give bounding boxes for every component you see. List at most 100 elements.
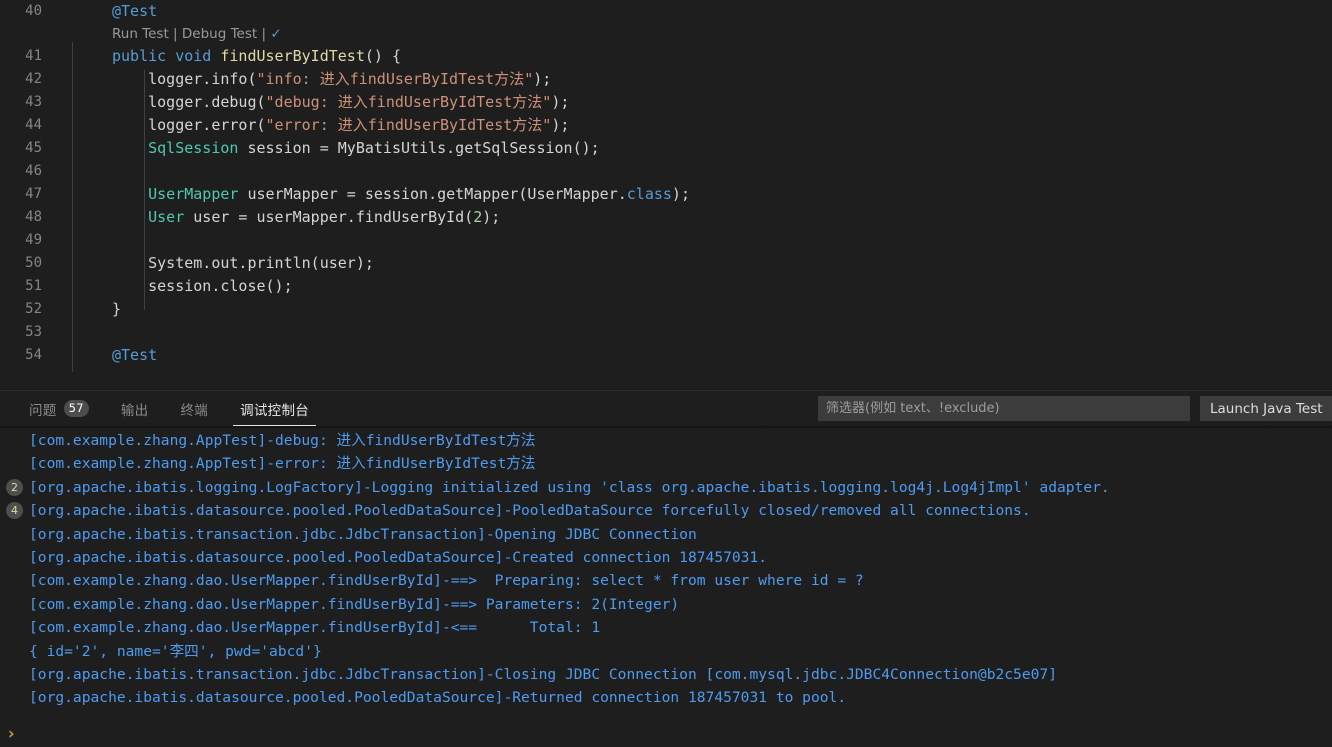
- code-line-text: session.close();: [56, 275, 293, 298]
- bottom-panel: 问题 57 输出 终端 调试控制台 Launch Java Test [com.exam…: [0, 390, 1332, 747]
- console-line-text: [com.example.zhang.AppTest]-debug: 进入fin…: [29, 432, 536, 449]
- editor-lines: 40 @Test Run Test | Debug Test | ✓ 41 publi…: [0, 0, 1332, 367]
- console-line-text: [org.apache.ibatis.datasource.pooled.Poo…: [29, 502, 1031, 520]
- code-line-text: SqlSession session = MyBatisUtils.getSql…: [56, 137, 600, 160]
- code-line[interactable]: 51 session.close();: [0, 275, 1332, 298]
- code-token: );: [671, 185, 690, 203]
- console-line-text: [org.apache.ibatis.datasource.pooled.Poo…: [29, 689, 847, 707]
- code-token: user = userMapper.findUserById(: [184, 208, 474, 226]
- code-token: "error: 进入findUserByIdTest方法": [265, 116, 552, 134]
- console-line-text: { id='2', name='李四', pwd='abcd'}: [29, 642, 322, 660]
- panel-tab-1[interactable]: 问题 57: [18, 391, 100, 426]
- panel-tab-label: 输出: [120, 402, 149, 419]
- console-line-list: [com.example.zhang.AppTest]-debug: 进入fin…: [0, 429, 1332, 710]
- panel-tab-4[interactable]: 调试控制台: [229, 391, 320, 426]
- run-test-codelens[interactable]: Run Test: [112, 26, 169, 42]
- code-line[interactable]: 53: [0, 321, 1332, 344]
- code-line[interactable]: 42 logger.info("info: 进入findUserByIdTest…: [0, 68, 1332, 91]
- check-icon[interactable]: ✓: [270, 26, 281, 42]
- panel-header-actions: Launch Java Test: [818, 391, 1332, 426]
- code-line[interactable]: 54 @Test: [0, 344, 1332, 367]
- code-token: @: [112, 2, 122, 20]
- code-token: logger.info(: [112, 70, 257, 88]
- debug-test-codelens[interactable]: Debug Test: [182, 26, 257, 42]
- panel-tab-label: 调试控制台: [240, 402, 310, 419]
- chevron-right-icon: ›: [6, 724, 17, 744]
- code-line[interactable]: 41 public void findUserByIdTest() {: [0, 45, 1332, 68]
- console-line[interactable]: [com.example.zhang.AppTest]-error: 进入fin…: [0, 452, 1332, 475]
- console-line[interactable]: [org.apache.ibatis.datasource.pooled.Poo…: [0, 686, 1332, 709]
- console-line-text: [com.example.zhang.dao.UserMapper.findUs…: [29, 619, 601, 637]
- console-line[interactable]: [com.example.zhang.AppTest]-debug: 进入fin…: [0, 429, 1332, 452]
- console-line-text: [org.apache.ibatis.logging.LogFactory]-L…: [29, 478, 1110, 496]
- console-line[interactable]: { id='2', name='李四', pwd='abcd'}: [0, 640, 1332, 663]
- code-token: "debug: 进入findUserByIdTest方法": [265, 93, 552, 111]
- console-line[interactable]: 2 [org.apache.ibatis.logging.LogFactory]-…: [0, 476, 1332, 499]
- code-line[interactable]: 48 User user = userMapper.findUserById(2…: [0, 206, 1332, 229]
- code-line-text: @Test: [56, 0, 157, 23]
- code-token: );: [533, 70, 552, 88]
- console-line-text: [com.example.zhang.dao.UserMapper.findUs…: [29, 572, 864, 590]
- code-token: public: [112, 47, 167, 65]
- console-line[interactable]: [com.example.zhang.dao.UserMapper.findUs…: [0, 593, 1332, 616]
- line-number: 41: [25, 48, 42, 64]
- code-token: findUserByIdTest: [220, 47, 365, 65]
- code-line[interactable]: 52}: [0, 298, 1332, 321]
- console-line-text: [org.apache.ibatis.datasource.pooled.Poo…: [29, 548, 768, 566]
- console-line[interactable]: [com.example.zhang.dao.UserMapper.findUs…: [0, 616, 1332, 639]
- codelens-actions: Run Test | Debug Test | ✓: [56, 23, 282, 45]
- panel-tab-label: 问题: [29, 402, 57, 419]
- code-token: () {: [364, 47, 401, 65]
- code-token: @: [112, 346, 122, 364]
- code-line[interactable]: 43 logger.debug("debug: 进入findUserByIdTe…: [0, 91, 1332, 114]
- console-line[interactable]: [com.example.zhang.dao.UserMapper.findUs…: [0, 569, 1332, 592]
- code-token: session = MyBatisUtils.getSqlSession();: [238, 139, 600, 157]
- code-line[interactable]: 44 logger.error("error: 进入findUserByIdTe…: [0, 114, 1332, 137]
- code-line[interactable]: 47 UserMapper userMapper = session.getMa…: [0, 183, 1332, 206]
- panel-tab-3[interactable]: 终端: [169, 391, 219, 426]
- code-token: SqlSession: [148, 139, 239, 157]
- console-line[interactable]: [org.apache.ibatis.transaction.jdbc.Jdbc…: [0, 523, 1332, 546]
- launch-config-dropdown[interactable]: Launch Java Test: [1200, 396, 1332, 421]
- code-line-text: public void findUserByIdTest() {: [56, 45, 401, 68]
- code-line[interactable]: 46: [0, 160, 1332, 183]
- panel-tab-2[interactable]: 输出: [110, 391, 160, 426]
- line-number: 49: [25, 232, 42, 248]
- code-token: Test: [121, 346, 158, 364]
- console-line[interactable]: [org.apache.ibatis.datasource.pooled.Poo…: [0, 546, 1332, 569]
- console-line-text: [org.apache.ibatis.transaction.jdbc.Jdbc…: [29, 665, 1057, 683]
- code-token: 2: [473, 208, 483, 226]
- debug-console-input-row[interactable]: ›: [0, 721, 1332, 747]
- vscode-window: 40 @Test Run Test | Debug Test | ✓ 41 publi…: [0, 0, 1332, 747]
- code-line[interactable]: 50 System.out.println(user);: [0, 252, 1332, 275]
- code-line[interactable]: 45 SqlSession session = MyBatisUtils.get…: [0, 137, 1332, 160]
- code-line-text: logger.error("error: 进入findUserByIdTest方…: [56, 114, 569, 137]
- console-line[interactable]: [org.apache.ibatis.transaction.jdbc.Jdbc…: [0, 663, 1332, 686]
- code-line-text: }: [56, 298, 121, 321]
- code-token: session.close();: [112, 277, 293, 295]
- line-number: 50: [25, 255, 42, 271]
- indent-guide: [72, 42, 73, 372]
- debug-console-output[interactable]: [com.example.zhang.AppTest]-debug: 进入fin…: [0, 426, 1332, 721]
- codelens-row: Run Test | Debug Test | ✓: [0, 23, 1332, 45]
- code-line-text: logger.info("info: 进入findUserByIdTest方法"…: [56, 68, 551, 91]
- line-number: 48: [25, 209, 42, 225]
- code-token: void: [175, 47, 212, 65]
- line-number-gutter: [0, 23, 56, 45]
- line-number: 47: [25, 186, 42, 202]
- code-token: );: [551, 93, 570, 111]
- console-line[interactable]: 4 [org.apache.ibatis.datasource.pooled.Po…: [0, 499, 1332, 522]
- filter-input[interactable]: [818, 396, 1190, 421]
- console-line-text: [com.example.zhang.dao.UserMapper.findUs…: [29, 595, 680, 613]
- code-line[interactable]: 40 @Test: [0, 0, 1332, 23]
- line-number: 54: [25, 347, 42, 363]
- code-editor[interactable]: 40 @Test Run Test | Debug Test | ✓ 41 publi…: [0, 0, 1332, 390]
- codelens-separator-2: |: [257, 26, 271, 42]
- code-line[interactable]: 49: [0, 229, 1332, 252]
- line-number: 52: [25, 301, 42, 317]
- code-token: Test: [121, 2, 158, 20]
- code-token: }: [112, 300, 122, 318]
